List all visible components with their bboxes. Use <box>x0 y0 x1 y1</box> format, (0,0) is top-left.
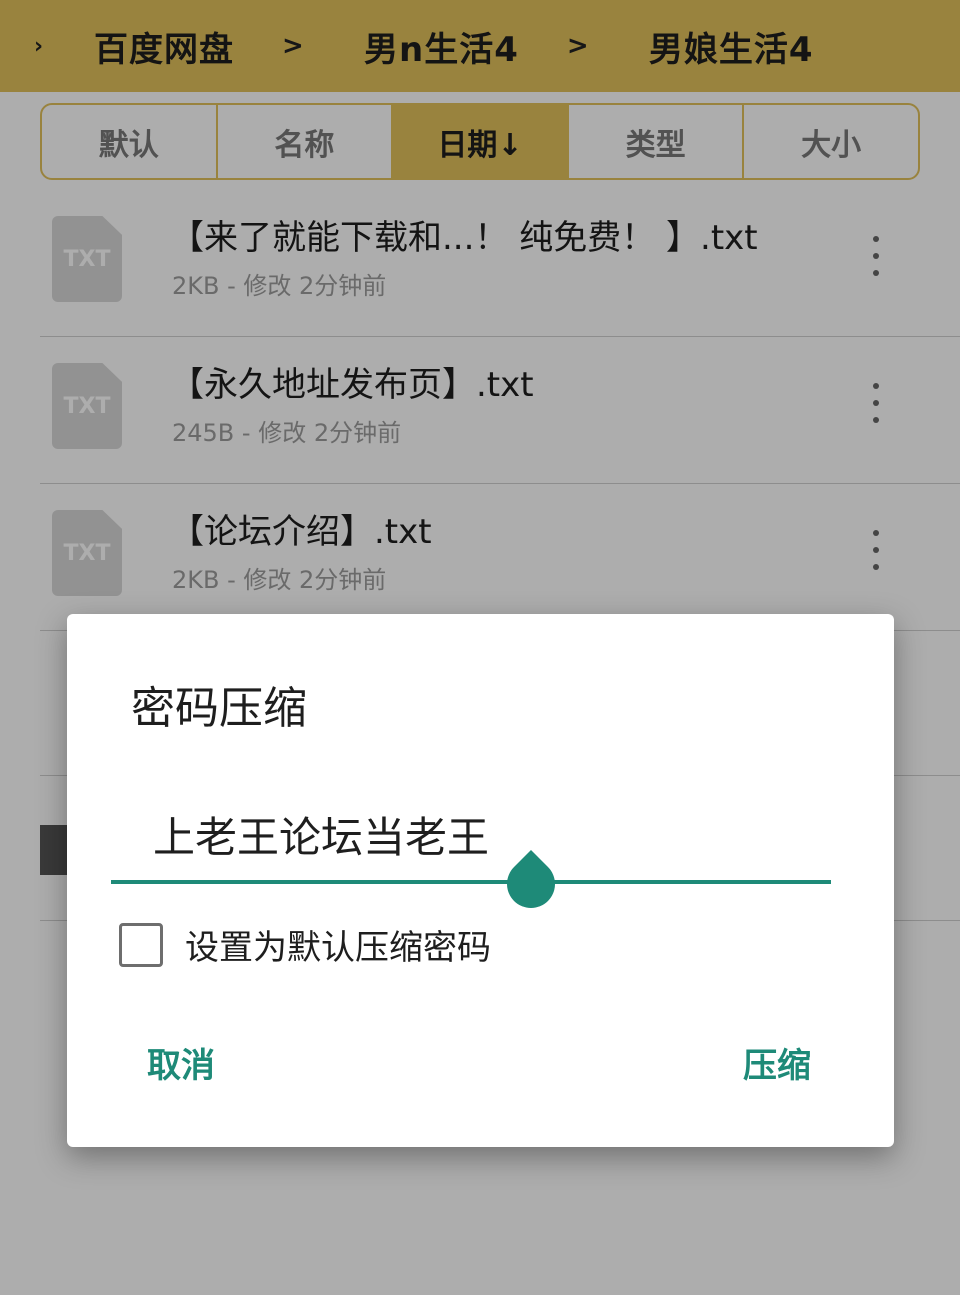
compress-button[interactable]: 压缩 <box>743 1038 811 1087</box>
dialog-title: 密码压缩 <box>131 683 307 734</box>
default-password-checkbox[interactable] <box>119 922 163 967</box>
cancel-button[interactable]: 取消 <box>147 1038 215 1087</box>
checkbox-label: 设置为默认压缩密码 <box>185 928 491 968</box>
password-input[interactable] <box>111 784 831 884</box>
default-password-option[interactable]: 设置为默认压缩密码 <box>119 920 491 969</box>
password-compress-dialog: 密码压缩 设置为默认压缩密码 取消 压缩 <box>67 614 894 1147</box>
input-underline <box>111 880 831 884</box>
